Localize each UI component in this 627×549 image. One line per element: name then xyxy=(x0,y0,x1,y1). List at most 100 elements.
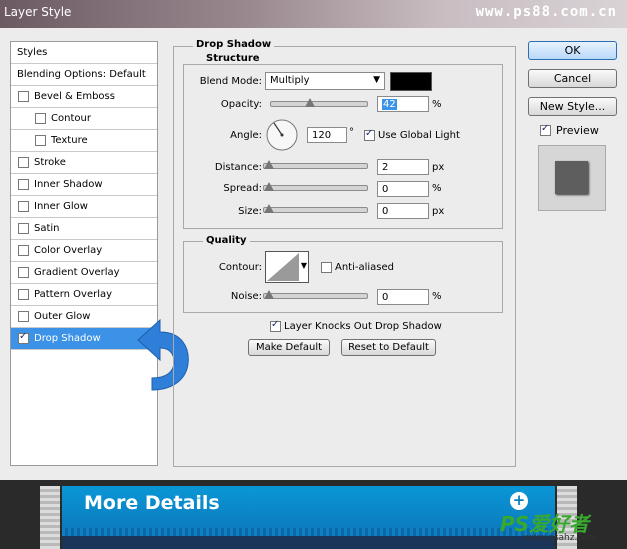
new-style-button[interactable]: New Style... xyxy=(528,97,617,116)
make-default-button[interactable]: Make Default xyxy=(248,339,330,356)
use-global-light-label: Use Global Light xyxy=(378,130,460,141)
layer-knocks-out-label: Layer Knocks Out Drop Shadow xyxy=(284,321,442,332)
banner-title: More Details xyxy=(84,492,220,514)
style-checkbox[interactable] xyxy=(18,311,29,322)
style-item-satin[interactable]: Satin xyxy=(11,218,157,240)
opacity-slider-thumb[interactable] xyxy=(305,98,316,107)
style-checkbox[interactable] xyxy=(18,267,29,278)
style-item-inner-shadow[interactable]: Inner Shadow xyxy=(11,174,157,196)
angle-label: Angle: xyxy=(230,130,262,141)
spread-value: 0 xyxy=(382,184,389,195)
chevron-down-icon: ▼ xyxy=(373,75,380,85)
style-item-label: Drop Shadow xyxy=(34,333,101,344)
distance-label: Distance: xyxy=(214,162,262,173)
blend-mode-label: Blend Mode: xyxy=(199,76,262,87)
structure-title: Structure xyxy=(203,53,263,64)
chevron-down-icon: ▼ xyxy=(300,261,307,270)
styles-header-label: Styles xyxy=(17,47,48,58)
style-item-texture[interactable]: Texture xyxy=(11,130,157,152)
left-stripe xyxy=(40,486,60,549)
style-checkbox[interactable] xyxy=(18,201,29,212)
ok-button[interactable]: OK xyxy=(528,41,617,60)
style-item-bevel-emboss[interactable]: Bevel & Emboss xyxy=(11,86,157,108)
style-checkbox[interactable] xyxy=(35,113,46,124)
shadow-color-swatch[interactable] xyxy=(390,72,432,91)
angle-value: 120 xyxy=(312,130,332,141)
style-checkbox[interactable] xyxy=(18,289,29,300)
style-item-label: Color Overlay xyxy=(34,245,103,256)
preview-checkbox[interactable] xyxy=(540,123,551,136)
style-item-gradient-overlay[interactable]: Gradient Overlay xyxy=(11,262,157,284)
spread-field[interactable]: 0 xyxy=(377,181,429,197)
layer-knocks-out-checkbox[interactable] xyxy=(270,319,281,332)
preview-label: Preview xyxy=(556,124,599,137)
preview-swatch xyxy=(555,161,588,194)
size-slider-thumb[interactable] xyxy=(264,204,274,213)
distance-field[interactable]: 2 xyxy=(377,159,429,175)
style-item-label: Stroke xyxy=(34,157,66,168)
size-field[interactable]: 0 xyxy=(377,203,429,219)
angle-field[interactable]: 120 xyxy=(307,127,347,143)
site-logo: PS爱好者 www.psahz.com xyxy=(500,508,622,548)
cancel-button[interactable]: Cancel xyxy=(528,69,617,88)
style-item-label: Inner Glow xyxy=(34,201,88,212)
angle-dial[interactable] xyxy=(265,118,299,152)
anti-aliased-label: Anti-aliased xyxy=(335,262,395,273)
opacity-value: 42 xyxy=(382,99,397,110)
style-checkbox[interactable] xyxy=(18,331,29,344)
style-checkbox[interactable] xyxy=(18,179,29,190)
spread-slider-thumb[interactable] xyxy=(264,182,274,191)
anti-aliased-checkbox[interactable] xyxy=(321,262,332,273)
use-global-light-checkbox[interactable] xyxy=(364,128,375,141)
style-checkbox[interactable] xyxy=(18,91,29,102)
blending-options-item[interactable]: Blending Options: Default xyxy=(11,64,157,86)
style-item-label: Texture xyxy=(51,135,88,146)
blend-mode-select[interactable]: Multiply ▼ xyxy=(265,72,385,90)
style-checkbox[interactable] xyxy=(18,245,29,256)
style-item-label: Inner Shadow xyxy=(34,179,103,190)
style-item-label: Pattern Overlay xyxy=(34,289,113,300)
quality-group xyxy=(183,241,503,313)
styles-list: Styles Blending Options: Default Bevel &… xyxy=(10,41,158,466)
spread-slider[interactable] xyxy=(263,185,368,191)
spread-label: Spread: xyxy=(223,183,262,194)
style-item-label: Gradient Overlay xyxy=(34,267,120,278)
styles-header[interactable]: Styles xyxy=(11,42,157,64)
opacity-field[interactable]: 42 xyxy=(377,96,429,112)
style-item-label: Bevel & Emboss xyxy=(34,91,115,102)
style-item-color-overlay[interactable]: Color Overlay xyxy=(11,240,157,262)
noise-value: 0 xyxy=(382,292,389,303)
size-unit: px xyxy=(432,206,445,217)
style-item-label: Outer Glow xyxy=(34,311,91,322)
style-checkbox[interactable] xyxy=(35,135,46,146)
contour-picker[interactable]: ▼ xyxy=(265,251,309,283)
noise-field[interactable]: 0 xyxy=(377,289,429,305)
window-title: Layer Style xyxy=(4,5,72,19)
opacity-label: Opacity: xyxy=(220,99,262,110)
distance-slider-thumb[interactable] xyxy=(264,160,274,169)
blending-options-label: Blending Options: Default xyxy=(17,69,146,80)
style-item-contour[interactable]: Contour xyxy=(11,108,157,130)
preview-box xyxy=(538,145,606,211)
noise-unit: % xyxy=(432,291,442,302)
distance-slider[interactable] xyxy=(263,163,368,169)
drop-shadow-title: Drop Shadow xyxy=(193,39,275,50)
opacity-slider[interactable] xyxy=(270,101,368,107)
spread-unit: % xyxy=(432,183,442,194)
style-checkbox[interactable] xyxy=(18,157,29,168)
angle-unit: ° xyxy=(349,127,354,138)
title-bar: Layer Style www.ps88.com.cn xyxy=(0,0,627,28)
style-item-stroke[interactable]: Stroke xyxy=(11,152,157,174)
style-checkbox[interactable] xyxy=(18,223,29,234)
style-item-inner-glow[interactable]: Inner Glow xyxy=(11,196,157,218)
banner-bottom-band xyxy=(62,536,555,549)
size-slider[interactable] xyxy=(263,207,368,213)
style-item-pattern-overlay[interactable]: Pattern Overlay xyxy=(11,284,157,306)
distance-unit: px xyxy=(432,162,445,173)
contour-preview-icon xyxy=(267,253,299,281)
noise-label: Noise: xyxy=(230,291,262,302)
noise-slider-thumb[interactable] xyxy=(264,290,274,299)
blend-mode-value: Multiply xyxy=(270,75,310,86)
reset-to-default-button[interactable]: Reset to Default xyxy=(341,339,436,356)
noise-slider[interactable] xyxy=(263,293,368,299)
